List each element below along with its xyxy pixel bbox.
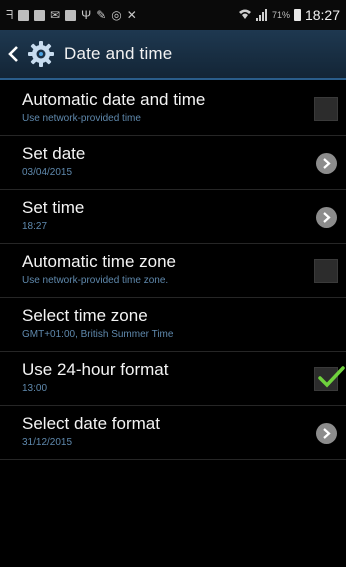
settings-list: Automatic date and time Use network-prov… bbox=[0, 82, 346, 460]
setting-subtitle: Use network-provided time zone. bbox=[22, 275, 169, 286]
gallery-icon bbox=[34, 9, 46, 21]
setting-value: GMT+01:00, British Summer Time bbox=[22, 329, 174, 340]
page-title: Date and time bbox=[64, 44, 173, 63]
chevron-right-icon bbox=[316, 153, 337, 174]
nfc-icon: ◎ bbox=[111, 8, 122, 22]
setting-title: Set time bbox=[22, 198, 85, 217]
chevron-left-icon bbox=[8, 46, 18, 62]
battery-percent: 71% bbox=[271, 10, 290, 20]
edit-icon: ✎ bbox=[96, 8, 107, 22]
setting-automatic-time-zone[interactable]: Automatic time zone Use network-provided… bbox=[0, 244, 346, 298]
setting-value: 18:27 bbox=[22, 221, 48, 232]
chevron-right-icon bbox=[316, 423, 337, 444]
message-icon bbox=[65, 9, 77, 21]
setting-value: 13:00 bbox=[22, 383, 48, 394]
setting-value: 31/12/2015 bbox=[22, 437, 73, 448]
screenshot-icon bbox=[18, 9, 30, 21]
signal-icon bbox=[255, 9, 268, 21]
setting-set-date[interactable]: Set date 03/04/2015 bbox=[0, 136, 346, 190]
chevron-right-icon bbox=[316, 207, 337, 228]
notification-icons: ᖷ ✉ Ψ ✎ ◎ ✕ bbox=[6, 9, 238, 21]
usb-icon: Ψ bbox=[81, 8, 92, 22]
status-bar: ᖷ ✉ Ψ ✎ ◎ ✕ 71% 18:27 bbox=[0, 0, 346, 30]
notification-icon: ᖷ bbox=[6, 8, 14, 22]
setting-title: Set date bbox=[22, 144, 86, 163]
setting-use-24-hour-format[interactable]: Use 24-hour format 13:00 bbox=[0, 352, 346, 406]
use-24-hour-checkbox[interactable] bbox=[314, 366, 345, 391]
setting-select-time-zone[interactable]: Select time zone GMT+01:00, British Summ… bbox=[0, 298, 346, 352]
back-button[interactable] bbox=[4, 29, 24, 79]
action-bar: Date and time bbox=[0, 30, 346, 80]
automatic-time-zone-checkbox[interactable] bbox=[314, 259, 338, 283]
setting-set-time[interactable]: Set time 18:27 bbox=[0, 190, 346, 244]
wifi-icon bbox=[238, 8, 252, 22]
battery-icon bbox=[293, 9, 301, 21]
email-icon: ✉ bbox=[50, 8, 61, 22]
setting-value: 03/04/2015 bbox=[22, 167, 73, 178]
setting-select-date-format[interactable]: Select date format 31/12/2015 bbox=[0, 406, 346, 460]
status-clock: 18:27 bbox=[304, 7, 340, 23]
setting-title: Use 24-hour format bbox=[22, 360, 169, 379]
setting-subtitle: Use network-provided time bbox=[22, 113, 141, 124]
setting-title: Select date format bbox=[22, 414, 160, 433]
setting-automatic-date-time[interactable]: Automatic date and time Use network-prov… bbox=[0, 82, 346, 136]
checkmark-icon bbox=[318, 366, 345, 388]
setting-title: Automatic date and time bbox=[22, 90, 206, 109]
mute-icon: ✕ bbox=[126, 8, 137, 22]
automatic-date-time-checkbox[interactable] bbox=[314, 97, 338, 121]
setting-title: Automatic time zone bbox=[22, 252, 177, 271]
settings-gear-icon[interactable] bbox=[24, 37, 58, 71]
setting-title: Select time zone bbox=[22, 306, 148, 325]
